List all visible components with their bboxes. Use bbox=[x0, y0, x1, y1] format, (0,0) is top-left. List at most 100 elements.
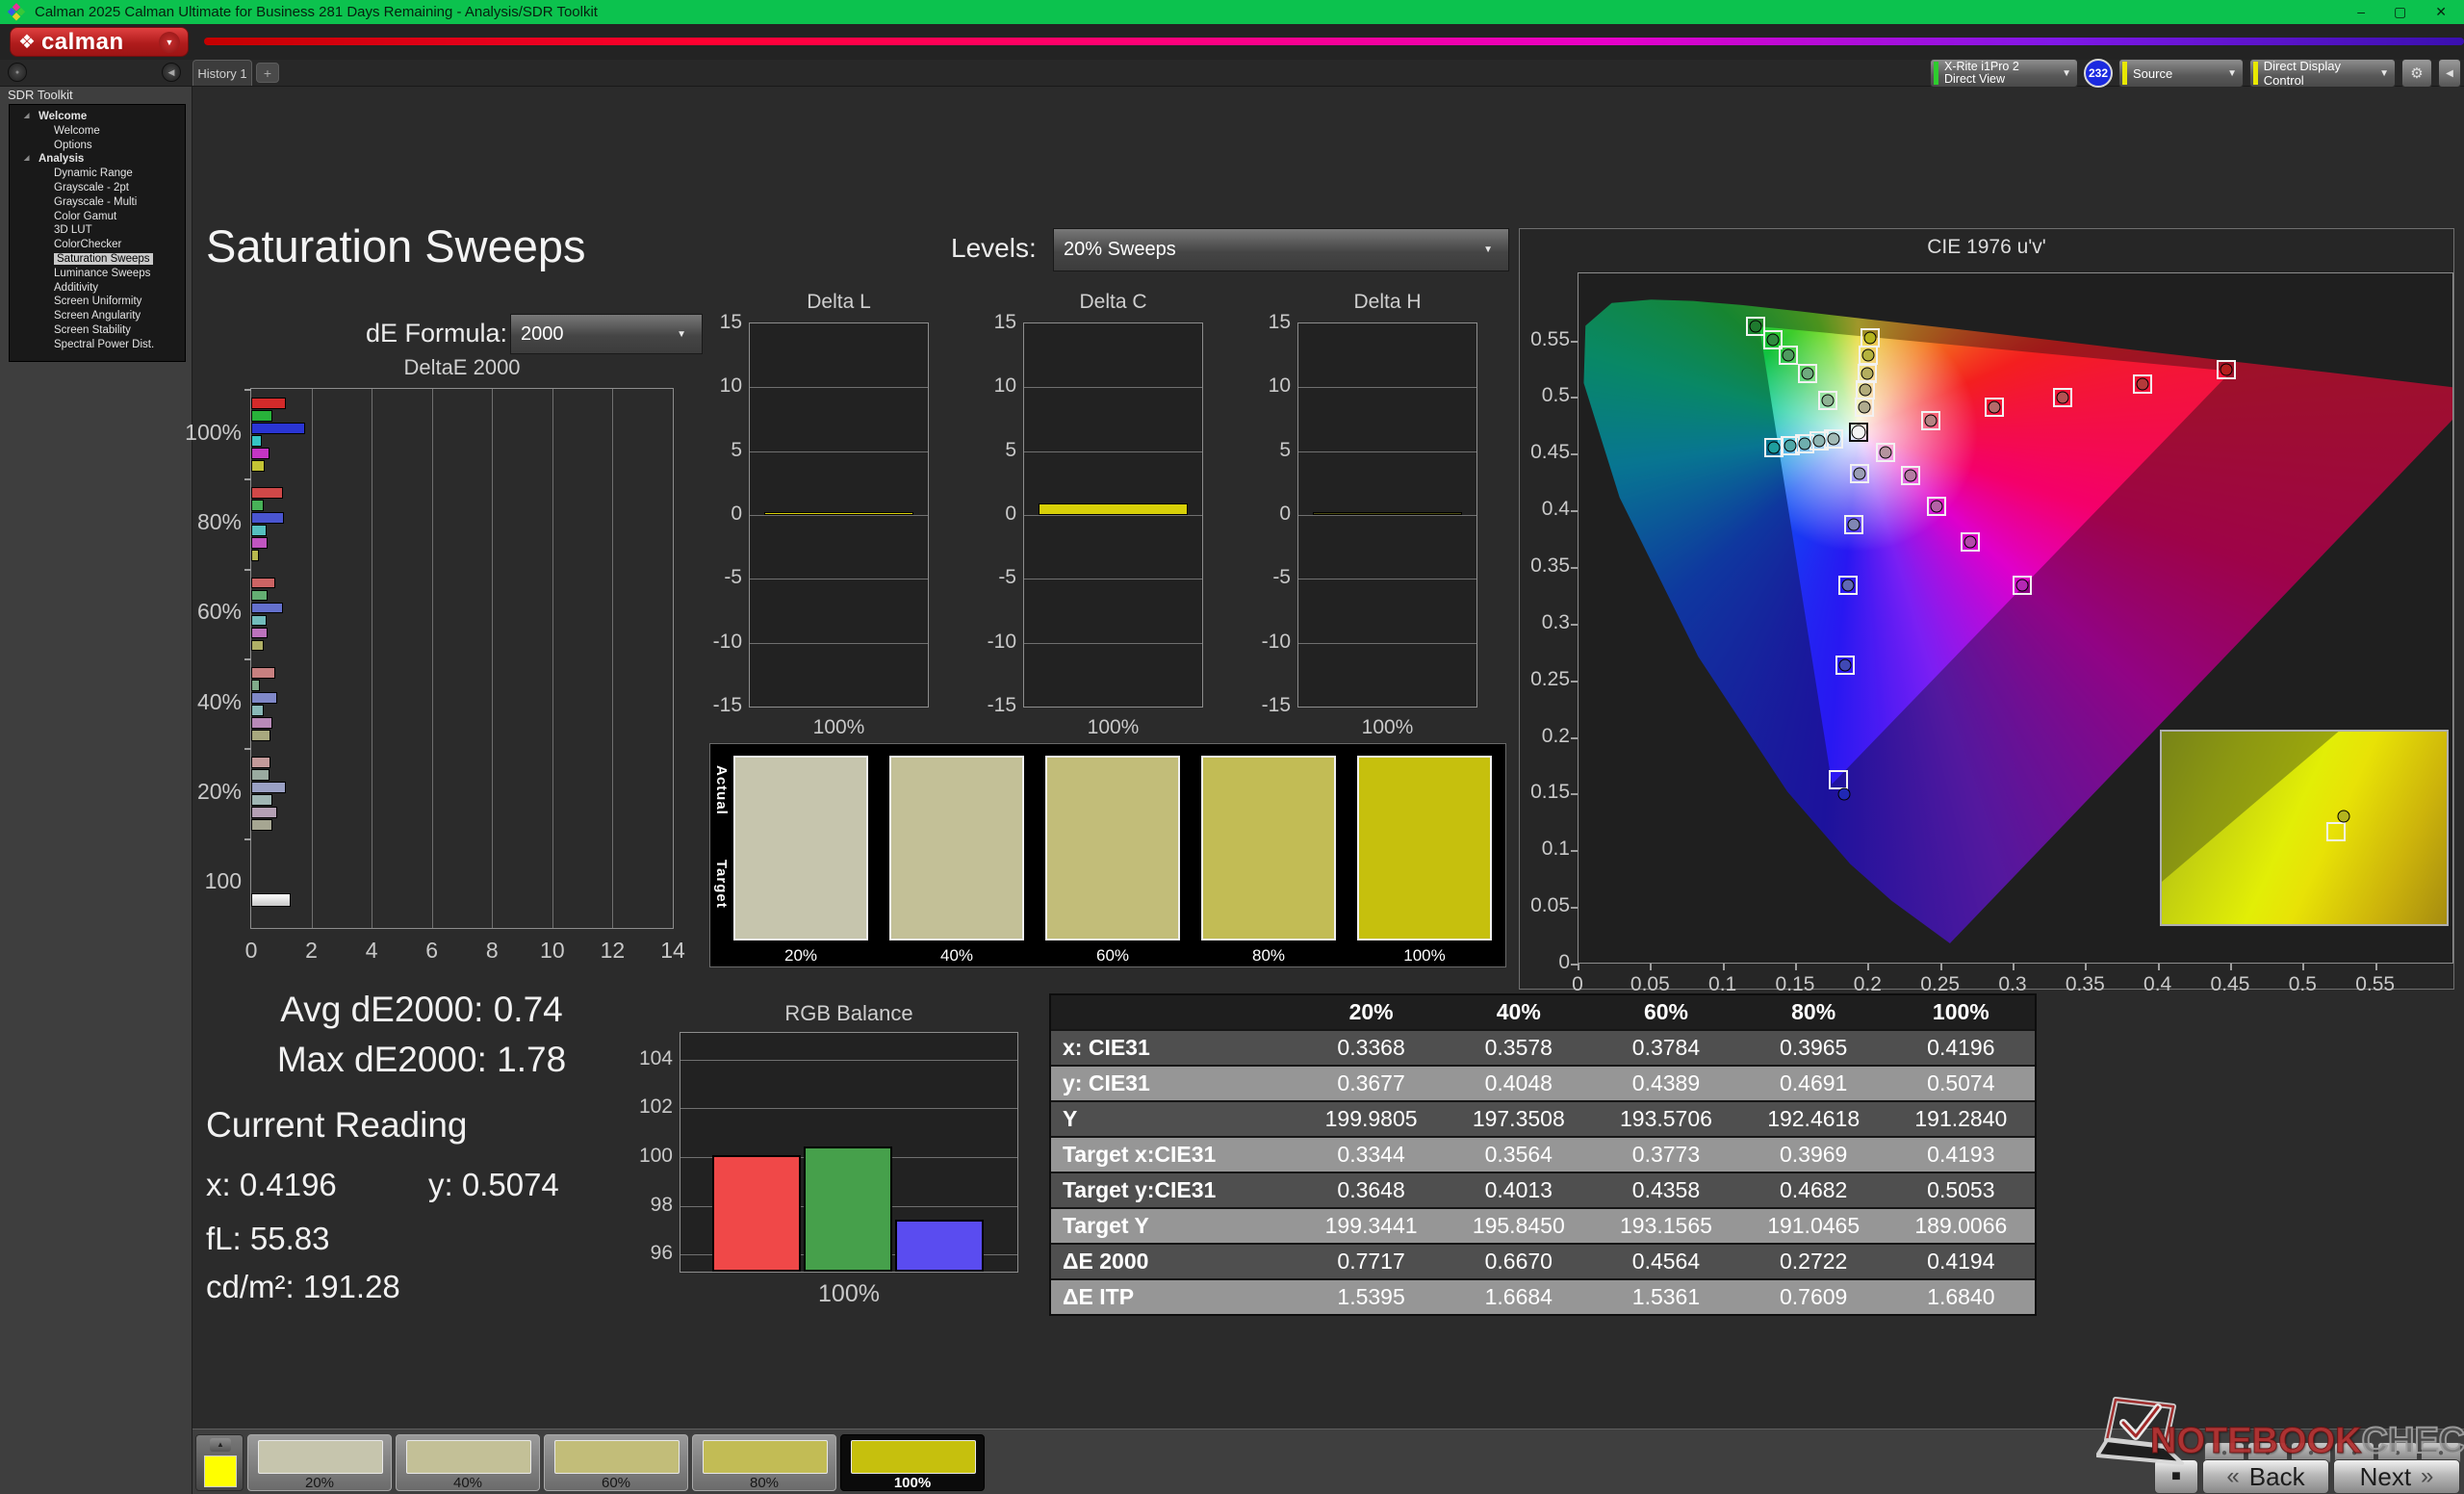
cell-value: 0.2722 bbox=[1740, 1245, 1887, 1278]
datapoint-thumb-80%[interactable]: 80% bbox=[692, 1434, 836, 1491]
x-tick-label: 14 bbox=[652, 938, 694, 964]
x-tick bbox=[2230, 964, 2232, 970]
cie-inset bbox=[2160, 730, 2449, 926]
tab-history-1[interactable]: History 1 bbox=[192, 60, 252, 86]
logo-bar: ❖ calman ▼ bbox=[0, 24, 2464, 60]
sidebar-item-options[interactable]: Options bbox=[10, 139, 185, 153]
y-tick-label: -5 bbox=[700, 566, 742, 589]
cell-value: 0.3564 bbox=[1445, 1138, 1592, 1172]
avg-de2000: Avg dE2000: 0.74 bbox=[204, 990, 639, 1030]
row-label: Y bbox=[1051, 1102, 1297, 1136]
x-label: 100% bbox=[1024, 716, 1202, 739]
display-control-dropdown[interactable]: Direct Display Control ▼ bbox=[2249, 59, 2396, 88]
y-tick-label: 10 bbox=[974, 374, 1016, 398]
panel-knob-button[interactable]: ● bbox=[8, 63, 27, 82]
next-button[interactable]: Next » bbox=[2333, 1459, 2460, 1494]
y-tick bbox=[1571, 681, 1578, 683]
x-tick-label: 2 bbox=[291, 938, 333, 964]
group-label: 100% bbox=[134, 420, 242, 446]
sidebar-item-spectral-power-dist-[interactable]: Spectral Power Dist. bbox=[10, 338, 185, 352]
sidebar-item-colorchecker[interactable]: ColorChecker bbox=[10, 238, 185, 252]
x-tick-label: 4 bbox=[350, 938, 393, 964]
gridline bbox=[750, 643, 928, 644]
datapoint-thumb-20%[interactable]: 20% bbox=[247, 1434, 392, 1491]
cell-value: 0.4358 bbox=[1592, 1173, 1739, 1207]
y-tick-label: 0.55 bbox=[1522, 328, 1570, 351]
calman-dropdown-arrow-icon[interactable]: ▼ bbox=[159, 32, 180, 53]
stop-button[interactable]: ■ bbox=[2154, 1459, 2198, 1494]
bar bbox=[251, 500, 264, 511]
y-tick-label: 0.35 bbox=[1522, 554, 1570, 578]
x-tick bbox=[2013, 964, 2015, 970]
expand-up-button[interactable]: ▲ bbox=[210, 1438, 231, 1452]
de-formula-select[interactable]: 2000 ▼ bbox=[510, 314, 703, 354]
saturation-swatch bbox=[1201, 756, 1336, 940]
maximize-button[interactable]: ▢ bbox=[2394, 4, 2406, 20]
sidebar-item-label: Screen Angularity bbox=[54, 310, 141, 322]
sidebar-item-saturation-sweeps[interactable]: Saturation Sweeps bbox=[10, 252, 185, 267]
sidebar-item-analysis[interactable]: ◢Analysis bbox=[10, 152, 185, 167]
axis-tick bbox=[244, 478, 251, 480]
cell-value: 0.4013 bbox=[1445, 1173, 1592, 1207]
sidebar-item-additivity[interactable]: Additivity bbox=[10, 281, 185, 296]
thumb-swatch bbox=[258, 1440, 383, 1474]
y-tick-label: -10 bbox=[974, 631, 1016, 654]
bar bbox=[251, 615, 267, 627]
settings-button[interactable]: ⚙ bbox=[2401, 59, 2432, 88]
meter-dropdown[interactable]: X-Rite i1Pro 2 Direct View ▼ bbox=[1930, 59, 2078, 88]
calman-menu-button[interactable]: ❖ calman ▼ bbox=[10, 27, 189, 57]
sidebar-item-screen-stability[interactable]: Screen Stability bbox=[10, 323, 185, 338]
sidebar-item-welcome[interactable]: ◢Welcome bbox=[10, 110, 185, 124]
table-header-row: 20%40%60%80%100% bbox=[1051, 995, 2035, 1029]
cell-value: 197.3508 bbox=[1445, 1102, 1592, 1136]
sidebar-item-luminance-sweeps[interactable]: Luminance Sweeps bbox=[10, 267, 185, 281]
gridline bbox=[1298, 387, 1476, 388]
measurement-point bbox=[1925, 415, 1938, 427]
datapoint-thumb-40%[interactable]: 40% bbox=[396, 1434, 540, 1491]
sidebar-item-grayscale-2pt[interactable]: Grayscale - 2pt bbox=[10, 181, 185, 195]
sidebar-item-welcome[interactable]: Welcome bbox=[10, 124, 185, 139]
y-tick-label: -10 bbox=[700, 631, 742, 654]
gridline bbox=[1298, 515, 1476, 516]
row-label: x: CIE31 bbox=[1051, 1031, 1297, 1065]
sidebar-item-screen-uniformity[interactable]: Screen Uniformity bbox=[10, 295, 185, 309]
y-tick bbox=[1571, 907, 1578, 909]
tree-expand-icon[interactable]: ◢ bbox=[24, 152, 29, 167]
x-tick bbox=[2302, 964, 2304, 970]
y-tick bbox=[1571, 964, 1578, 966]
datapoint-thumb-60%[interactable]: 60% bbox=[544, 1434, 688, 1491]
levels-select[interactable]: 20% Sweeps ▼ bbox=[1053, 228, 1509, 271]
bar bbox=[251, 578, 275, 589]
cell-value: 0.3648 bbox=[1297, 1173, 1445, 1207]
cell-value: 0.3368 bbox=[1297, 1031, 1445, 1065]
sidebar-item-dynamic-range[interactable]: Dynamic Range bbox=[10, 167, 185, 181]
back-chevrons-icon: « bbox=[2226, 1463, 2239, 1490]
sidebar-item-3d-lut[interactable]: 3D LUT bbox=[10, 223, 185, 238]
sidebar-collapse-button[interactable]: ◀ bbox=[162, 63, 181, 82]
axis-tick bbox=[244, 389, 251, 391]
meter-count-badge[interactable]: 232 bbox=[2084, 59, 2113, 88]
reading-fl: fL: 55.83 bbox=[206, 1221, 329, 1257]
sidebar-item-screen-angularity[interactable]: Screen Angularity bbox=[10, 309, 185, 323]
levels-label: Levels: bbox=[951, 233, 1037, 264]
x-label: 100% bbox=[1298, 716, 1476, 739]
swatch-label: 80% bbox=[1201, 946, 1336, 966]
measurement-point bbox=[1822, 394, 1835, 406]
cie-plot bbox=[1578, 272, 2453, 964]
sidebar-item-label: Luminance Sweeps bbox=[54, 268, 150, 279]
minimize-button[interactable]: – bbox=[2357, 4, 2365, 20]
y-tick-label: 0 bbox=[974, 502, 1016, 526]
source-dropdown[interactable]: Source ▼ bbox=[2118, 59, 2244, 88]
sidebar-item-grayscale-multi[interactable]: Grayscale - Multi bbox=[10, 195, 185, 210]
y-tick-label: -15 bbox=[1248, 694, 1291, 717]
cell-value: 0.3969 bbox=[1740, 1138, 1887, 1172]
back-button[interactable]: « Back bbox=[2202, 1459, 2329, 1494]
add-tab-button[interactable]: + bbox=[256, 63, 279, 83]
close-button[interactable]: ✕ bbox=[2435, 4, 2447, 20]
tree-expand-icon[interactable]: ◢ bbox=[24, 110, 29, 124]
y-tick-label: -15 bbox=[700, 694, 742, 717]
datapoint-thumb-100%[interactable]: 100% bbox=[840, 1434, 985, 1491]
collapse-panel-button[interactable]: ◀ bbox=[2438, 59, 2461, 88]
x-tick bbox=[1940, 964, 1942, 970]
sidebar-item-color-gamut[interactable]: Color Gamut bbox=[10, 210, 185, 224]
